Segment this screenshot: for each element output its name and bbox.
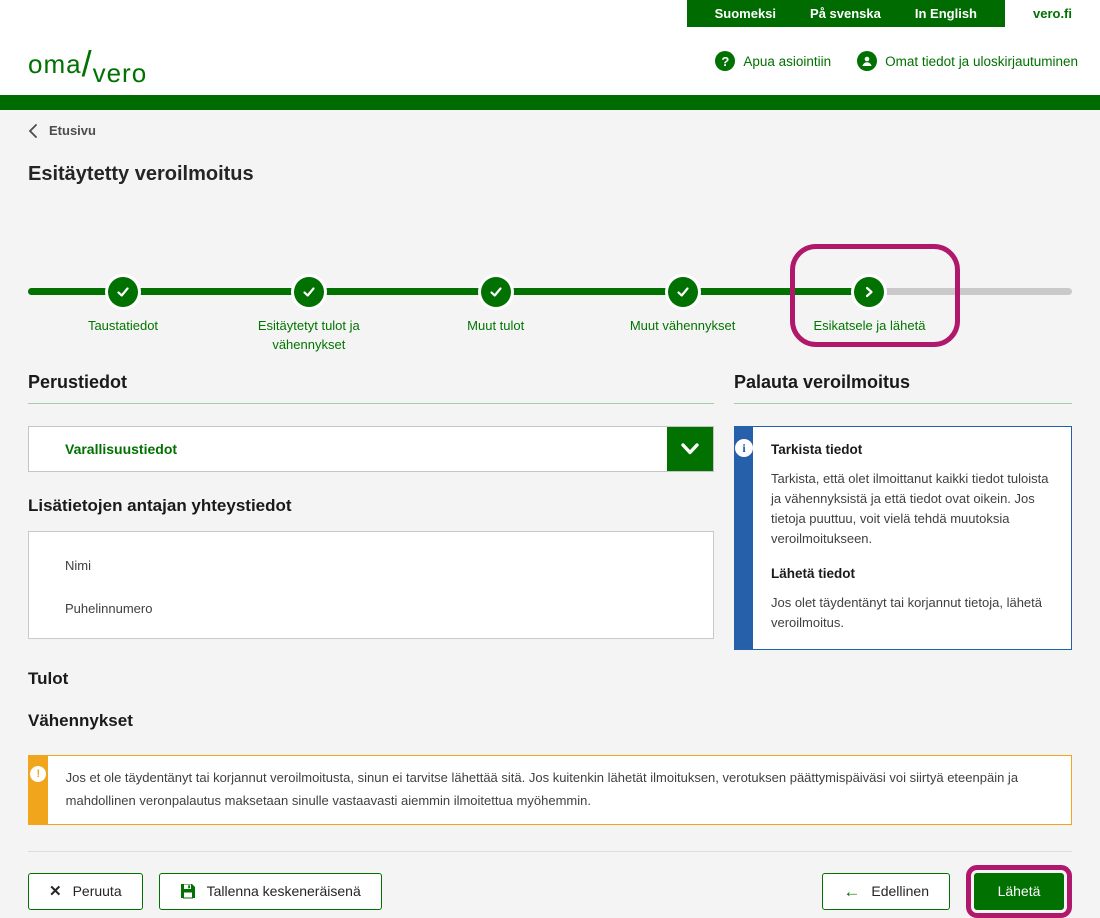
contact-heading: Lisätietojen antajan yhteystiedot	[28, 496, 714, 516]
main-content: Etusivu Esitäytetty veroilmoitus Taustat…	[0, 123, 1100, 918]
check-icon	[481, 277, 511, 307]
breadcrumb-label: Etusivu	[49, 123, 96, 138]
account-link[interactable]: Omat tiedot ja uloskirjautuminen	[857, 51, 1078, 71]
step-muut-vahennykset[interactable]: Muut vähennykset	[598, 277, 768, 336]
warning-icon: !	[30, 766, 46, 782]
step-taustatiedot[interactable]: Taustatiedot	[38, 277, 208, 336]
save-draft-label: Tallenna keskeneräisenä	[207, 883, 361, 899]
lang-in-english[interactable]: In English	[915, 6, 977, 21]
info-title-laheta: Lähetä tiedot	[771, 566, 1053, 581]
help-label: Apua asiointiin	[743, 54, 831, 69]
step-label: Taustatiedot	[88, 317, 158, 336]
arrow-left-icon: ←	[843, 883, 860, 900]
info-icon: i	[735, 439, 753, 457]
right-column: Palauta veroilmoitus i Tarkista tiedot T…	[734, 372, 1072, 731]
help-icon: ?	[715, 51, 735, 71]
language-bar: Suomeksi På svenska In English vero.fi	[0, 0, 1100, 27]
info-title-tarkista: Tarkista tiedot	[771, 442, 1053, 457]
lang-pa-svenska[interactable]: På svenska	[810, 6, 881, 21]
varallisuustiedot-label: Varallisuustiedot	[65, 441, 177, 457]
check-icon	[108, 277, 138, 307]
previous-label: Edellinen	[871, 883, 929, 899]
contact-box: Nimi Puhelinnumero	[28, 531, 714, 639]
check-icon	[294, 277, 324, 307]
step-label: Muut tulot	[467, 317, 524, 336]
contact-field-nimi: Nimi	[65, 558, 693, 573]
info-box-content: Tarkista tiedot Tarkista, että olet ilmo…	[753, 427, 1071, 649]
info-box-stripe: i	[735, 427, 753, 649]
cancel-label: Peruuta	[73, 883, 122, 899]
warning-text: Jos et ole täydentänyt tai korjannut ver…	[48, 756, 1071, 824]
check-icon	[668, 277, 698, 307]
info-body-tarkista: Tarkista, että olet ilmoittanut kaikki t…	[771, 469, 1053, 550]
omavero-logo[interactable]: oma/vero	[28, 40, 147, 82]
cancel-button[interactable]: ✕ Peruuta	[28, 873, 143, 910]
warning-box: ! Jos et ole täydentänyt tai korjannut v…	[28, 755, 1072, 825]
close-icon: ✕	[49, 882, 62, 900]
step-esikatsele-ja-laheta[interactable]: Esikatsele ja lähetä	[784, 277, 954, 336]
user-icon	[857, 51, 877, 71]
chevron-down-icon	[680, 442, 700, 456]
language-links: Suomeksi På svenska In English	[687, 0, 1005, 27]
varallisuustiedot-collapsible[interactable]: Varallisuustiedot	[28, 426, 714, 472]
vero-fi-link[interactable]: vero.fi	[1005, 0, 1100, 27]
step-esitaytetyt-tulot[interactable]: Esitäytetyt tulot ja vähennykset	[224, 277, 394, 355]
step-muut-tulot[interactable]: Muut tulot	[411, 277, 581, 336]
logo-vero: vero	[93, 58, 148, 88]
chevron-right-icon	[854, 277, 884, 307]
progress-stepper: Taustatiedot Esitäytetyt tulot ja vähenn…	[28, 262, 1072, 360]
footer-action-bar: ✕ Peruuta Tallenna keskeneräisenä ← Edel…	[28, 851, 1072, 918]
save-icon	[180, 883, 196, 899]
left-column: Perustiedot Varallisuustiedot Lisätietoj…	[28, 372, 714, 731]
info-box: i Tarkista tiedot Tarkista, että olet il…	[734, 426, 1072, 650]
footer-right-buttons: ← Edellinen Lähetä	[822, 865, 1072, 918]
footer-left-buttons: ✕ Peruuta Tallenna keskeneräisenä	[28, 873, 382, 910]
perustiedot-heading: Perustiedot	[28, 372, 714, 404]
contact-field-puhelinnumero: Puhelinnumero	[65, 601, 693, 616]
vahennykset-heading: Vähennykset	[28, 711, 714, 731]
breadcrumb-etusivu[interactable]: Etusivu	[28, 123, 96, 138]
warning-box-stripe: !	[29, 756, 48, 824]
expand-button[interactable]	[667, 427, 713, 471]
logo-slash: /	[82, 43, 93, 84]
step-label: Esitäytetyt tulot ja vähennykset	[224, 317, 394, 355]
account-label: Omat tiedot ja uloskirjautuminen	[885, 54, 1078, 69]
previous-button[interactable]: ← Edellinen	[822, 873, 950, 910]
submit-button[interactable]: Lähetä	[974, 873, 1064, 910]
tulot-heading: Tulot	[28, 669, 714, 689]
step-label: Muut vähennykset	[630, 317, 736, 336]
page-title: Esitäytetty veroilmoitus	[28, 163, 1072, 186]
header-links: ? Apua asiointiin Omat tiedot ja uloskir…	[715, 51, 1078, 71]
help-link[interactable]: ? Apua asiointiin	[715, 51, 831, 71]
info-body-laheta: Jos olet täydentänyt tai korjannut tieto…	[771, 593, 1053, 633]
annotation-circle-submit: Lähetä	[966, 865, 1072, 918]
palauta-veroilmoitus-heading: Palauta veroilmoitus	[734, 372, 1072, 404]
header-divider-bar	[0, 95, 1100, 110]
submit-label: Lähetä	[998, 883, 1041, 899]
chevron-left-icon	[28, 124, 37, 138]
step-label: Esikatsele ja lähetä	[813, 317, 925, 336]
logo-oma: oma	[28, 49, 82, 79]
header: oma/vero ? Apua asiointiin Omat tiedot j…	[0, 27, 1100, 95]
save-draft-button[interactable]: Tallenna keskeneräisenä	[159, 873, 382, 910]
lang-suomeksi[interactable]: Suomeksi	[715, 6, 776, 21]
